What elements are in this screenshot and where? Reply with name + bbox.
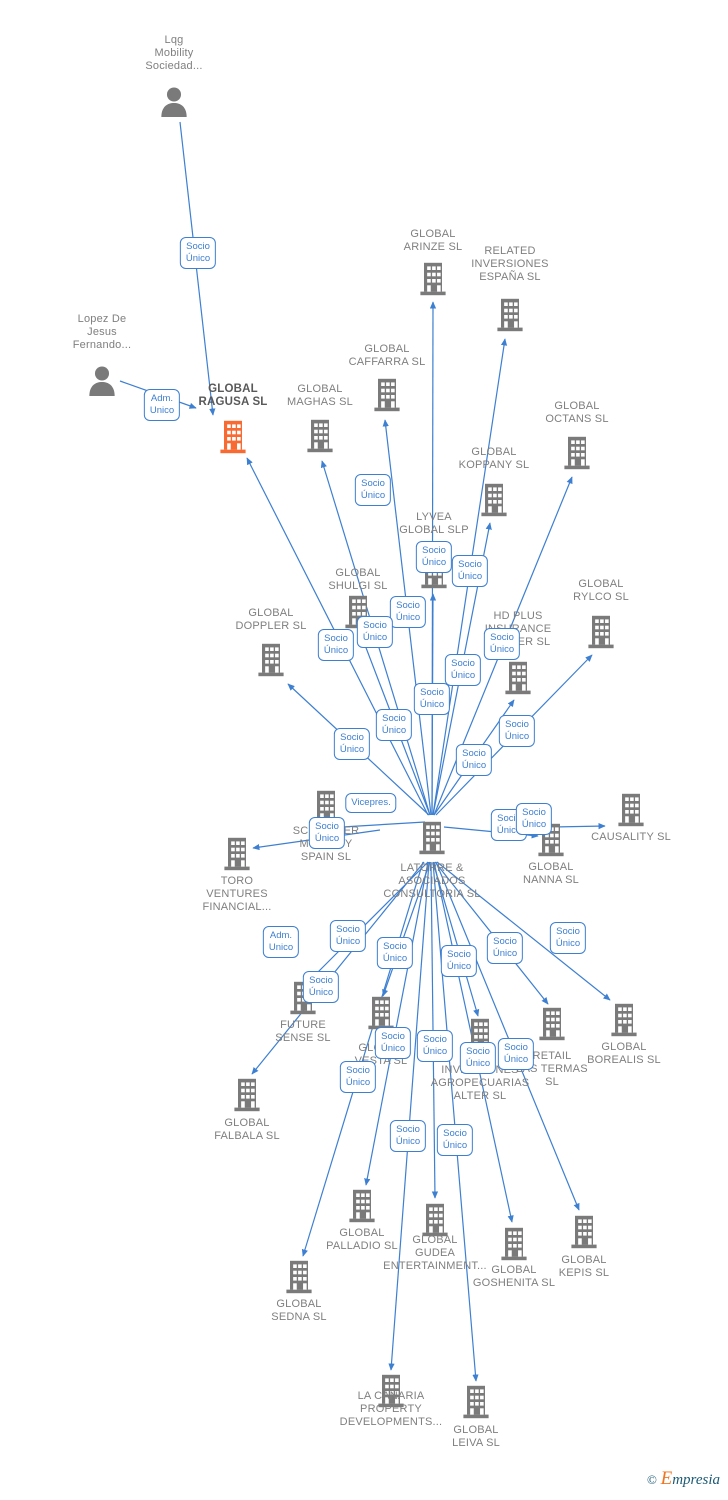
node-label: GLOBAL RYLCO SL [573,578,629,603]
edge-latorre-to-leiva [432,861,479,1382]
relationship-badge[interactable]: Socio Único [374,1027,412,1059]
relationship-badge[interactable]: Socio Único [497,1038,535,1070]
relationship-badge[interactable]: Socio Único [179,237,217,269]
building-icon [367,995,396,1031]
relationship-badge[interactable]: Socio Único [308,817,346,849]
node-label: GLOBAL OCTANS SL [545,400,609,425]
node-label: GLOBAL NANNA SL [522,861,579,886]
relationship-badge[interactable]: Socio Único [413,683,451,715]
node-label: GLOBAL KOPPANY SL [458,446,530,471]
relationship-badge[interactable]: Socio Único [549,922,587,954]
network-diagram-canvas[interactable]: Lqg Mobility Sociedad... Lopez De Jesus F… [0,0,728,1500]
relationship-badge[interactable]: Adm. Unico [262,926,300,958]
relationship-badge[interactable]: Socio Único [333,728,371,760]
node-label: GLOBAL FALBALA SL [214,1117,280,1142]
person-icon [159,86,189,118]
building-icon [496,297,525,333]
relationship-badge[interactable]: Socio Único [329,920,367,952]
building-icon [421,1202,450,1238]
node-label: GLOBAL BOREALIS SL [587,1041,661,1066]
relationship-badge[interactable]: Socio Único [389,1120,427,1152]
relationship-badge[interactable]: Socio Único [444,654,482,686]
relationship-badge[interactable]: Socio Único [317,629,355,661]
node-label: Lqg Mobility Sociedad... [145,34,203,72]
relationship-badge[interactable]: Socio Único [483,628,521,660]
building-icon [418,820,447,856]
relationship-badge[interactable]: Socio Único [436,1124,474,1156]
node-label: GLOBAL SHULGI SL [328,567,388,592]
node-label: CAUSALITY SL [591,831,671,843]
node-label: Lopez De Jesus Fernando... [72,313,132,351]
relationship-badge[interactable]: Socio Único [339,1061,377,1093]
relationship-badge[interactable]: Socio Único [455,744,493,776]
node-label: LYVEA GLOBAL SLP [399,511,469,536]
building-icon [306,418,335,454]
empresia-watermark: © Empresia [647,1468,720,1490]
node-label: GLOBAL CAFFARRA SL [348,343,426,368]
building-icon [257,642,286,678]
relationship-badge[interactable]: Socio Único [459,1042,497,1074]
node-label: RELATED INVERSIONES ESPAÑA SL [471,245,549,283]
building-icon [617,792,646,828]
relationship-badge[interactable]: Socio Único [451,555,489,587]
relationship-badge[interactable]: Socio Único [375,709,413,741]
node-label: GLOBAL KEPIS SL [558,1254,610,1279]
relationship-badge[interactable]: Socio Único [356,616,394,648]
building-icon [538,1006,567,1042]
node-label: GLOBAL LEIVA SL [452,1424,500,1449]
copyright-symbol: © [646,1472,657,1487]
brand-rest: mpresia [672,1472,720,1488]
building-icon-highlighted [219,419,248,455]
node-label: TORO VENTURES FINANCIAL... [202,875,272,913]
person-icon [87,365,117,397]
building-icon [373,377,402,413]
building-icon [462,1384,491,1420]
building-icon [570,1214,599,1250]
brand-initial: E [660,1468,673,1489]
relationship-badge[interactable]: Vicepres. [345,793,397,813]
relationship-badge[interactable]: Socio Único [376,937,414,969]
building-icon [233,1077,262,1113]
building-icon [285,1259,314,1295]
relationship-badge[interactable]: Socio Único [440,945,478,977]
relationship-badge[interactable]: Socio Único [302,971,340,1003]
building-icon [348,1188,377,1224]
relationship-badge[interactable]: Socio Único [515,803,553,835]
building-icon [610,1002,639,1038]
relationship-badge[interactable]: Socio Único [416,1030,454,1062]
relationship-badge[interactable]: Socio Único [354,474,392,506]
node-label: GLOBAL SEDNA SL [271,1298,327,1323]
building-icon [504,660,533,696]
relationship-badge[interactable]: Socio Único [486,932,524,964]
relationship-badge[interactable]: Socio Único [389,596,427,628]
building-icon [223,836,252,872]
relationship-badge[interactable]: Socio Único [498,715,536,747]
relationship-badge[interactable]: Socio Único [415,541,453,573]
relationship-badge[interactable]: Adm. Unico [143,389,181,421]
